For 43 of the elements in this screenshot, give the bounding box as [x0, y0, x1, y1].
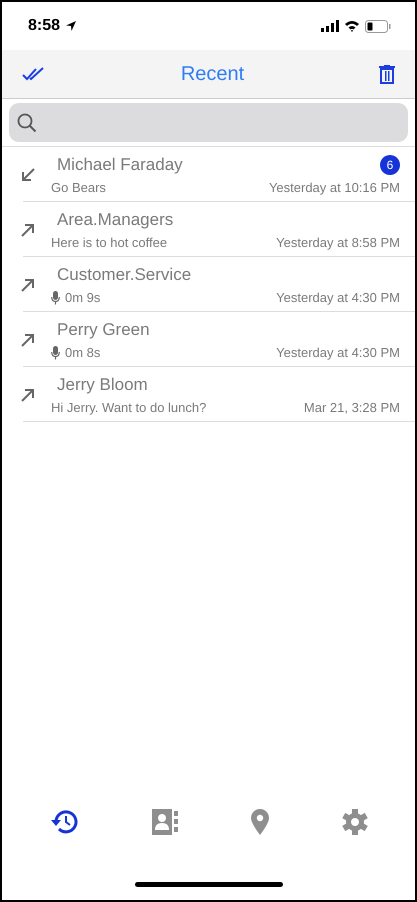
call-row[interactable]: Customer.Service 0m 9s Yesterday at 4:30 PM [2, 257, 415, 312]
status-time: 8:58 [28, 17, 60, 35]
signal-icon [321, 20, 339, 32]
location-arrow-icon [65, 20, 78, 32]
search-icon [17, 112, 37, 132]
contact-book-icon [152, 809, 178, 835]
unread-count-badge: 6 [380, 155, 400, 175]
contact-name: Customer.Service [57, 265, 192, 285]
map-pin-icon [251, 809, 270, 835]
trash-icon [379, 64, 395, 84]
microphone-icon [51, 290, 60, 304]
wifi-icon [344, 20, 360, 32]
double-check-icon [22, 67, 46, 81]
call-row[interactable]: Perry Green 0m 8s Yesterday at 4:30 PM [2, 312, 415, 367]
microphone-icon [51, 346, 60, 360]
outgoing-arrow-icon [20, 332, 34, 346]
settings-icon [342, 809, 368, 835]
message-preview: Hi Jerry. Want to do lunch? [51, 400, 208, 415]
search-field[interactable] [9, 103, 408, 142]
message-preview: 0m 8s [65, 345, 102, 360]
outgoing-arrow-icon [20, 388, 34, 402]
contact-name: Jerry Bloom [57, 375, 148, 395]
call-time: Yesterday at 4:30 PM [276, 345, 400, 360]
delete-button[interactable] [377, 62, 397, 86]
message-preview: 0m 9s [65, 290, 102, 305]
incoming-arrow-icon [20, 168, 34, 182]
contact-name: Perry Green [57, 320, 150, 340]
contact-name: Area.Managers [57, 210, 174, 230]
message-preview: Here is to hot coffee [51, 235, 168, 250]
message-preview: Go Bears [51, 180, 107, 195]
call-time: Yesterday at 4:30 PM [276, 290, 400, 305]
call-row[interactable]: Michael Faraday 6 Go Bears Yesterday at 10:16 PM [2, 147, 415, 202]
outgoing-arrow-icon [20, 222, 34, 236]
call-time: Yesterday at 8:58 PM [276, 235, 400, 250]
outgoing-arrow-icon [20, 278, 34, 292]
call-time: Yesterday at 10:16 PM [268, 180, 400, 195]
call-time: Mar 21, 3:28 PM [304, 400, 400, 415]
battery-icon [365, 20, 391, 32]
history-icon [48, 809, 79, 835]
contact-name: Michael Faraday [57, 155, 183, 175]
call-row[interactable]: Jerry Bloom Hi Jerry. Want to do lunch? Mar 21, 3:28 PM [2, 367, 415, 422]
screen-title: Recent [180, 62, 244, 86]
call-row[interactable]: Area.Managers Here is to hot coffee Yesterday at 8:58 PM [2, 202, 415, 257]
